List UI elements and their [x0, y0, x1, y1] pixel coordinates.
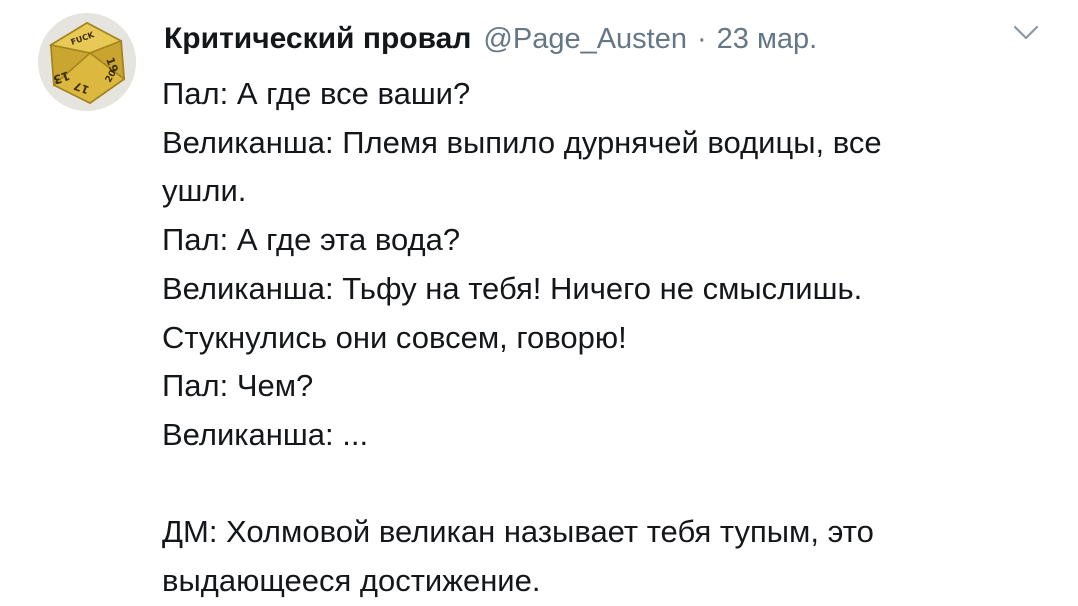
display-name[interactable]: Критический провал [164, 22, 471, 56]
user-handle[interactable]: @Page_Austen [483, 23, 687, 56]
tweet-line: ДМ: Холмовой великан называет тебя тупым… [162, 514, 874, 550]
tweet-line: Великанша: Тьфу на тебя! Ничего не смысл… [162, 270, 863, 306]
tweet-line: ушли. [162, 173, 247, 209]
tweet-text: Пал: А где все ваши? Великанша: Племя вы… [162, 70, 1042, 606]
tweet: FUCK 19 13 17 20 Критический провал @Pag… [0, 0, 1078, 605]
tweet-menu-button[interactable] [1011, 20, 1041, 44]
tweet-date[interactable]: 23 мар. [717, 23, 818, 56]
tweet-line: Великанша: ... [162, 416, 369, 452]
tweet-line: Великанша: Племя выпило дурнячей водицы,… [162, 124, 882, 160]
tweet-line: Стукнулись они совсем, говорю! [162, 319, 627, 355]
d20-die-icon: FUCK 19 13 17 20 [38, 13, 136, 111]
tweet-header: Критический провал @Page_Austen · 23 мар… [164, 18, 817, 60]
tweet-line: Пал: Чем? [162, 368, 314, 404]
chevron-down-icon [1013, 25, 1039, 40]
avatar[interactable]: FUCK 19 13 17 20 [38, 13, 136, 111]
separator-dot: · [697, 22, 707, 55]
tweet-line: Пал: А где все ваши? [162, 76, 471, 111]
tweet-line: Пал: А где эта вода? [162, 222, 461, 258]
tweet-line: выдающееся достижение. [162, 563, 541, 599]
